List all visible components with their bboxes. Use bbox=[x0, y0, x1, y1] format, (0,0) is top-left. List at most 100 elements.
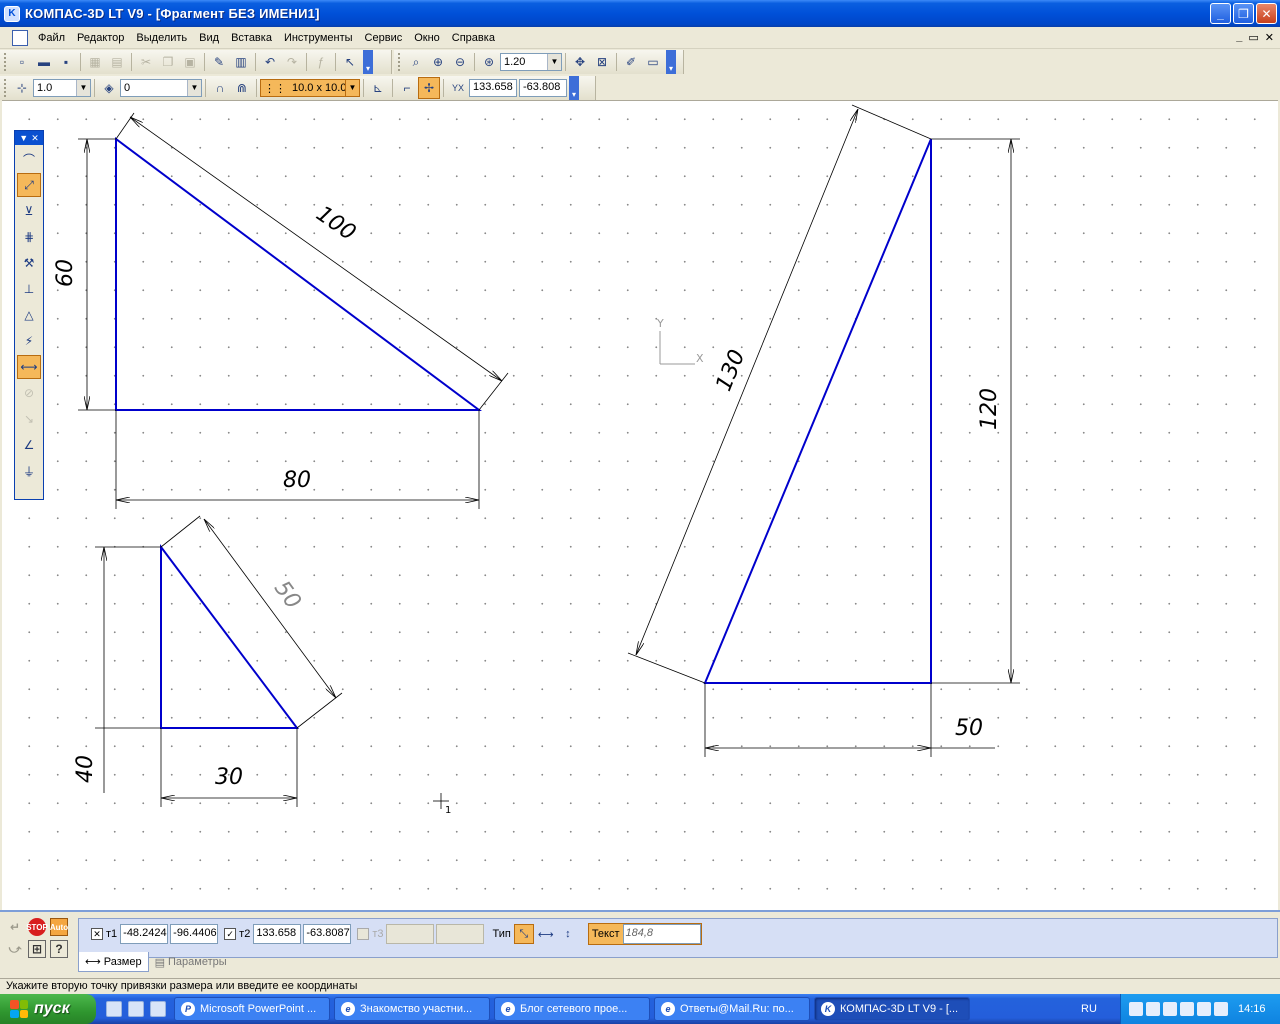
triangle-small[interactable] bbox=[160, 544, 300, 729]
display-icon[interactable]: ▭ bbox=[642, 51, 664, 73]
task-browser-1[interactable]: e Знакомство участни... bbox=[334, 997, 490, 1021]
drawing-svg[interactable]: 100 60 80 50 40 30 Y X 130 120 50 1 bbox=[2, 101, 1278, 911]
language-indicator[interactable]: RU bbox=[1081, 1003, 1111, 1015]
quicklaunch-desktop-icon[interactable] bbox=[128, 1001, 144, 1017]
editing-icon[interactable]: ⚒ bbox=[17, 251, 41, 275]
toolbar-grip[interactable] bbox=[4, 53, 8, 71]
geometry-tool-icon[interactable]: ⌒ bbox=[17, 147, 41, 171]
zoom-out-icon[interactable]: ⊖ bbox=[449, 51, 471, 73]
tray-app-icon[interactable] bbox=[1146, 1002, 1160, 1016]
task-powerpoint[interactable]: P Microsoft PowerPoint ... bbox=[174, 997, 330, 1021]
tab-parameters[interactable]: ▤ Параметры bbox=[149, 952, 233, 972]
radius-dimension-icon[interactable]: ↘ bbox=[17, 407, 41, 431]
line-scale-combo[interactable]: 1.0 ▼ bbox=[33, 79, 91, 97]
dimension-line-130[interactable] bbox=[636, 109, 858, 655]
menu-view[interactable]: Вид bbox=[193, 32, 225, 44]
save-icon[interactable]: ▪ bbox=[55, 51, 77, 73]
horizontal-dimension-icon[interactable]: ⟷ bbox=[536, 924, 556, 944]
diameter-dimension-icon[interactable]: ⊘ bbox=[17, 381, 41, 405]
menu-tools[interactable]: Инструменты bbox=[278, 32, 359, 44]
menu-window[interactable]: Окно bbox=[408, 32, 446, 44]
t1-checkbox[interactable]: ✕ bbox=[91, 928, 103, 940]
designation-icon[interactable]: ⊻ bbox=[17, 199, 41, 223]
dimension-line-50-small[interactable] bbox=[204, 519, 336, 698]
cut-icon[interactable]: ✂ bbox=[135, 51, 157, 73]
round-icon[interactable]: ⌐ bbox=[396, 77, 418, 99]
redraw-icon[interactable]: ✐ bbox=[620, 51, 642, 73]
t3-checkbox[interactable] bbox=[357, 928, 370, 940]
tray-volume-icon[interactable] bbox=[1214, 1002, 1228, 1016]
help-icon[interactable]: ? bbox=[50, 940, 68, 958]
task-browser-3[interactable]: e Ответы@Mail.Ru: по... bbox=[654, 997, 810, 1021]
close-button[interactable]: ✕ bbox=[1256, 3, 1277, 24]
restore-button[interactable]: ❐ bbox=[1233, 3, 1254, 24]
document-icon[interactable] bbox=[12, 29, 28, 46]
start-button[interactable]: пуск bbox=[0, 994, 96, 1024]
redo-icon[interactable]: ↷ bbox=[281, 51, 303, 73]
layer-combo[interactable]: 0 ▼ bbox=[120, 79, 202, 97]
tray-battery-icon[interactable] bbox=[1180, 1002, 1194, 1016]
drawing-canvas[interactable]: 100 60 80 50 40 30 Y X 130 120 50 1 bbox=[2, 100, 1278, 910]
minimize-button[interactable]: _ bbox=[1210, 3, 1231, 24]
text-group[interactable]: Текст 184,8 bbox=[587, 923, 702, 945]
menu-insert[interactable]: Вставка bbox=[225, 32, 278, 44]
copy-icon[interactable]: ❐ bbox=[157, 51, 179, 73]
coordinate-system-icon[interactable]: ⊹ bbox=[11, 77, 33, 99]
zoom-scale-icon[interactable]: ⊛ bbox=[478, 51, 500, 73]
toolbar-chevron-icon[interactable]: ▾ bbox=[569, 76, 579, 100]
properties-icon[interactable]: ✎ bbox=[208, 51, 230, 73]
cursor-snap-icon[interactable]: ✢ bbox=[418, 77, 440, 99]
chevron-down-icon[interactable]: ▼ bbox=[187, 80, 201, 96]
aligned-dimension-icon[interactable]: ⤡ bbox=[513, 924, 534, 944]
paste-icon[interactable]: ▣ bbox=[179, 51, 201, 73]
menu-help[interactable]: Справка bbox=[446, 32, 501, 44]
open-folder-icon[interactable]: ▬ bbox=[33, 51, 55, 73]
snap-grid-icon[interactable]: ⊞ bbox=[28, 940, 46, 958]
zoom-window-icon[interactable]: ⌕ bbox=[405, 51, 427, 73]
print-icon[interactable]: ▦ bbox=[84, 51, 106, 73]
panel-header[interactable]: ▼ ✕ bbox=[15, 131, 43, 145]
snap-magnet-icon[interactable]: ∩ bbox=[209, 77, 231, 99]
mdi-close-button[interactable]: ✕ bbox=[1265, 31, 1274, 44]
mdi-restore-button[interactable]: ▭ bbox=[1248, 31, 1258, 44]
mdi-minimize-button[interactable]: _ bbox=[1236, 31, 1242, 44]
show-all-icon[interactable]: ⊠ bbox=[591, 51, 613, 73]
chevron-down-icon[interactable]: ▼ bbox=[547, 54, 561, 70]
t2-y-field[interactable]: -63.8087 bbox=[303, 924, 352, 944]
linear-dimension-icon[interactable]: ⟷ bbox=[17, 355, 41, 379]
zoom-in-icon[interactable]: ⊕ bbox=[427, 51, 449, 73]
task-kompas[interactable]: K КОМПАС-3D LT V9 - [... bbox=[814, 997, 970, 1021]
parametrization-icon[interactable]: ⋕ bbox=[17, 225, 41, 249]
orthogonal-icon[interactable]: ⊾ bbox=[367, 77, 389, 99]
close-icon[interactable]: ✕ bbox=[31, 133, 39, 144]
height-mark-icon[interactable]: ⏚ bbox=[17, 459, 41, 483]
constraint-icon[interactable]: ⚡ bbox=[17, 329, 41, 353]
task-browser-2[interactable]: e Блог сетевого прое... bbox=[494, 997, 650, 1021]
cursor-y-field[interactable]: -63.808 bbox=[519, 79, 567, 97]
menu-select[interactable]: Выделить bbox=[130, 32, 193, 44]
dimension-edit-icon[interactable]: ⤢ bbox=[17, 173, 41, 197]
chevron-down-icon[interactable]: ▼ bbox=[345, 80, 359, 96]
repeat-icon[interactable]: ⤻ bbox=[6, 940, 24, 958]
function-icon[interactable]: ƒ bbox=[310, 51, 332, 73]
t2-checkbox[interactable]: ✓ bbox=[224, 928, 237, 940]
dimension-line-100[interactable] bbox=[130, 117, 502, 381]
library-icon[interactable]: ▥ bbox=[230, 51, 252, 73]
preview-icon[interactable]: ▤ bbox=[106, 51, 128, 73]
tray-eye-icon[interactable] bbox=[1163, 1002, 1177, 1016]
menu-file[interactable]: Файл bbox=[32, 32, 71, 44]
menu-editor[interactable]: Редактор bbox=[71, 32, 130, 44]
auto-create-icon[interactable]: Auto bbox=[50, 918, 68, 936]
triangle-tall[interactable] bbox=[703, 138, 932, 684]
stop-icon[interactable]: STOP bbox=[26, 918, 48, 936]
measure-icon[interactable]: ⊥ bbox=[17, 277, 41, 301]
undo-icon[interactable]: ↶ bbox=[259, 51, 281, 73]
toolbar-chevron-icon[interactable]: ▾ bbox=[363, 50, 373, 74]
triangle-large[interactable] bbox=[115, 137, 483, 411]
new-document-icon[interactable]: ▫ bbox=[11, 51, 33, 73]
kompas-app-icon[interactable]: K bbox=[4, 5, 20, 22]
toolbar-grip[interactable] bbox=[398, 53, 402, 71]
t2-x-field[interactable]: 133.658 bbox=[253, 924, 302, 944]
pan-icon[interactable]: ✥ bbox=[569, 51, 591, 73]
t3-y-field[interactable] bbox=[436, 924, 485, 944]
